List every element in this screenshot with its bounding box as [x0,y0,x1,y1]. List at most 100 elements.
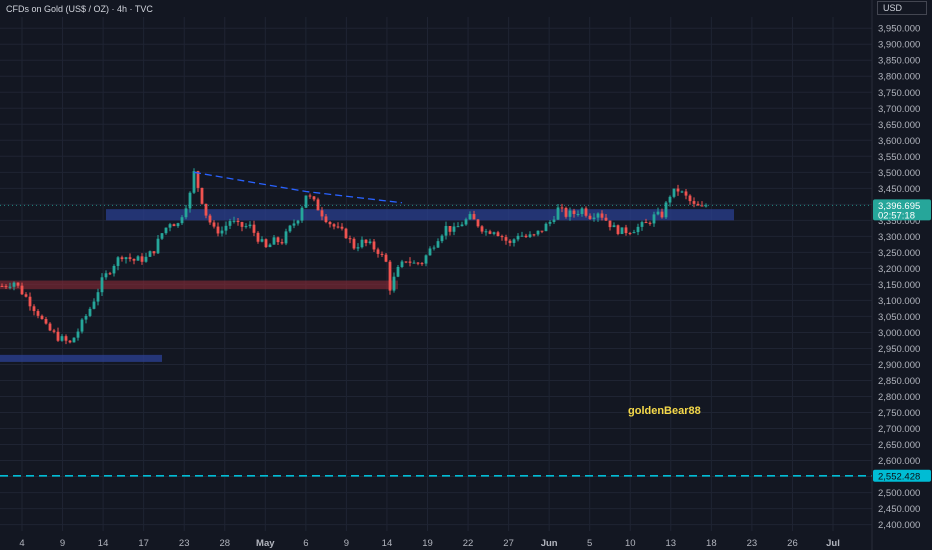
candle-body [448,225,452,232]
price-axis[interactable]: 3,950.000 3,900.000 3,850.000 3,800.000 3,75… [871,0,932,550]
candle-body [512,239,516,243]
candle-body [72,337,76,343]
support-zone [106,209,734,221]
price-tick-label: 2,800.000 [878,392,920,403]
price-tick-label: 2,750.000 [878,408,920,419]
candle-body [608,220,612,228]
candle-body [632,232,636,234]
candle-body [560,207,564,209]
candle-body [668,196,672,203]
candle-body [28,296,32,307]
target-level-label: 2,552.428 [878,471,920,482]
time-tick-label: 14 [98,538,109,549]
candle-body [32,306,36,312]
candle-body [660,211,664,218]
price-tick-label: 3,000.000 [878,328,920,339]
candle-body [124,257,128,260]
candle-body [504,237,508,241]
currency-unit-button[interactable]: USD [877,1,927,15]
price-tick-label: 3,300.000 [878,232,920,243]
price-tick-label: 2,900.000 [878,360,920,371]
candle-body [48,323,52,331]
candle-body [488,231,492,234]
time-tick-label: 14 [382,538,393,549]
candle-body [524,235,528,238]
candle-body [320,210,324,217]
candle-body [440,235,444,242]
candle-body [468,214,472,220]
time-tick-label: 26 [787,538,798,549]
candle-body [168,224,172,228]
lower-support-zone [0,354,162,362]
candle-body [472,214,476,220]
price-tick-label: 3,750.000 [878,88,920,99]
candle-body [160,233,164,239]
candle-body [204,203,208,216]
candle-body [164,227,168,234]
candle-body [304,195,308,208]
candle-body [68,340,72,343]
candle-body [52,330,56,332]
candle-body [444,225,448,236]
candle-body [520,235,524,237]
candle-body [572,210,576,215]
candle-body [0,286,4,288]
candle-body [592,217,596,219]
candle-body [96,292,100,302]
candle-body [24,294,28,297]
price-tick-label: 2,700.000 [878,424,920,435]
candle-body [284,231,288,244]
candle-body [76,331,80,338]
price-tick-label: 3,950.000 [878,24,920,35]
candle-body [264,239,268,248]
candle-body [136,256,140,261]
candle-body [640,222,644,227]
candle-body [684,191,688,196]
candle-body [424,255,428,264]
candle-body [500,236,504,238]
time-tick-label: 10 [625,538,636,549]
candle-body [588,215,592,219]
candle-body [656,211,660,215]
bar-countdown-label: 02:57:18 [878,210,915,221]
candle-body [564,207,568,217]
candle-body [300,207,304,221]
time-tick-label: 23 [747,538,758,549]
candle-body [388,261,392,291]
candle-body [312,196,316,200]
time-tick-label: 4 [19,538,24,549]
candle-body [80,319,84,332]
candle-body [392,276,396,291]
candle-body [108,273,112,275]
candle-body [400,261,404,267]
price-tick-label: 2,450.000 [878,504,920,515]
candle-body [416,262,420,264]
price-tick-label: 2,850.000 [878,376,920,387]
candle-body [112,265,116,274]
candle-body [576,213,580,215]
price-tick-label: 3,850.000 [878,56,920,67]
candle-body [176,223,180,227]
time-tick-label: 17 [138,538,149,549]
price-tick-label: 3,450.000 [878,184,920,195]
candle-body [580,208,584,214]
candle-body [128,257,132,259]
candle-body [240,222,244,227]
price-tick-label: 2,500.000 [878,488,920,499]
candle-body [344,228,348,239]
candle-body [140,256,144,262]
candle-body [328,222,332,225]
candle-body [208,215,212,223]
price-tick-label: 2,950.000 [878,344,920,355]
candle-body [604,217,608,221]
candle-body [456,226,460,228]
candle-body [12,282,16,287]
candle-body [116,257,120,266]
candle-body [612,225,616,228]
price-chart[interactable]: 3,950.000 3,900.000 3,850.000 3,800.000 3,75… [0,0,932,550]
candle-body [652,214,656,224]
candle-body [308,195,312,197]
time-tick-label: 9 [344,538,349,549]
time-tick-label: 23 [179,538,190,549]
candle-body [616,225,620,234]
